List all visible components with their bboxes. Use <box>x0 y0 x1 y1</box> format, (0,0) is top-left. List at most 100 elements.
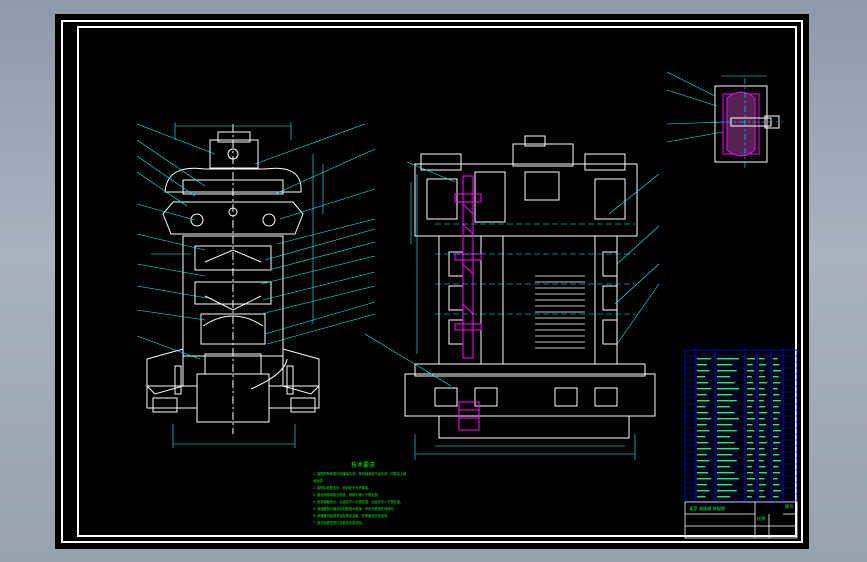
parts-list-text-mark <box>759 436 766 438</box>
parts-list-text-mark <box>717 358 739 360</box>
parts-list-text-mark <box>697 442 709 444</box>
parts-list-text-mark <box>759 376 766 378</box>
parts-list-text-mark <box>717 460 737 462</box>
parts-list-text-mark <box>717 364 733 366</box>
parts-list-text-mark <box>773 424 780 426</box>
parts-list-text-mark <box>697 490 710 492</box>
parts-list-text-mark <box>759 478 765 480</box>
parts-list-text-mark <box>773 484 780 486</box>
parts-list-text-mark <box>759 382 767 384</box>
title-block-name: 某型 减速器 装配图 <box>689 506 726 511</box>
parts-list-text-mark <box>717 478 739 480</box>
parts-list-text-mark <box>773 400 781 402</box>
parts-list-text-mark <box>747 442 754 444</box>
parts-list-text-mark <box>717 490 737 492</box>
side-section-view <box>146 124 320 434</box>
notes-line-7: 6. 减速器内装润滑油至规定高度，外表面涂灰色油漆。 <box>313 514 391 518</box>
parts-list-text-mark <box>773 376 779 378</box>
parts-list-text-mark <box>697 370 710 372</box>
parts-list-text-mark <box>747 478 755 480</box>
parts-list-text-mark <box>697 412 709 414</box>
parts-list-text-mark <box>697 466 706 468</box>
parts-list-text-mark <box>773 454 780 456</box>
parts-list-text-mark <box>759 496 766 498</box>
parts-list-text-mark <box>717 412 735 414</box>
parts-list-text-mark <box>717 382 735 384</box>
parts-list-text-mark <box>747 460 755 462</box>
parts-list-text-mark <box>717 430 737 432</box>
parts-list-text-mark <box>773 382 781 384</box>
parts-list-text-mark <box>747 406 752 408</box>
parts-list-text-mark <box>773 448 778 450</box>
parts-list-text-mark <box>747 484 753 486</box>
parts-list-text-mark <box>747 418 755 420</box>
parts-list-text-mark <box>773 496 779 498</box>
notes-line-4: 3. 啮合侧隙用铅丝检验，侧隙不得小于规定值； <box>313 493 381 497</box>
parts-list-text-mark <box>747 472 754 474</box>
parts-list-text-mark <box>747 436 752 438</box>
title-block-number: 图号 <box>785 504 794 509</box>
parts-list-text-mark <box>697 496 706 498</box>
front-view-leaders <box>364 161 660 460</box>
parts-list-text-mark <box>717 448 739 450</box>
parts-list-text-mark <box>759 412 767 414</box>
notes-line-1: 1. 装配前所有零件用煤油清洗，滚动轴承用汽油清洗，内壁涂上耐 <box>313 472 407 476</box>
parts-list-text-mark <box>697 376 706 378</box>
parts-list-text-mark <box>773 406 779 408</box>
parts-list-text-mark <box>697 484 707 486</box>
parts-list-text-mark <box>747 370 755 372</box>
parts-list-text-mark <box>747 376 752 378</box>
parts-list-text-mark <box>747 394 753 396</box>
parts-list-text-mark <box>747 454 753 456</box>
cad-drawing-canvas <box>136 71 798 539</box>
parts-list-text-mark <box>717 370 737 372</box>
parts-list-text-mark <box>697 400 710 402</box>
parts-list-text-mark <box>717 442 735 444</box>
parts-list-text-mark <box>717 484 733 486</box>
parts-list-text-mark <box>773 442 781 444</box>
parts-list-text-mark <box>697 436 706 438</box>
side-view-leaders <box>136 122 376 448</box>
parts-list-text-mark <box>697 418 711 420</box>
parts-list-text-mark <box>747 424 753 426</box>
parts-list-text-mark <box>697 406 706 408</box>
parts-list-text-mark <box>759 370 764 372</box>
parts-list-text-mark <box>773 394 780 396</box>
parts-list-text-mark <box>759 424 767 426</box>
parts-list-text-mark <box>759 430 764 432</box>
parts-list-text-mark <box>773 472 781 474</box>
parts-list-text-mark <box>773 370 781 372</box>
parts-list-text-mark <box>759 460 764 462</box>
parts-list-text-mark <box>747 400 755 402</box>
parts-list-text-mark <box>773 412 781 414</box>
parts-list-text-mark <box>717 454 733 456</box>
parts-list-text-mark <box>759 442 767 444</box>
parts-list-text-mark <box>773 418 778 420</box>
parts-list-text-mark <box>759 490 764 492</box>
parts-list-text-mark <box>747 364 753 366</box>
parts-list-text-mark <box>759 472 767 474</box>
parts-list-text-mark <box>773 358 778 360</box>
notes-line-6: 5. 减速器剖分面涂密封胶或水玻璃，不允许使用任何填料； <box>313 507 397 511</box>
parts-list-text-mark <box>747 358 755 360</box>
parts-list-text-mark <box>697 454 707 456</box>
parts-list-text-mark <box>697 448 711 450</box>
parts-list-text-mark <box>747 466 752 468</box>
parts-list-text-mark <box>717 472 735 474</box>
parts-list-text-mark <box>773 478 778 480</box>
parts-list-text-mark <box>697 478 711 480</box>
notes-line-8: 7. 按试验规范进行空载及负载试验。 <box>313 521 365 525</box>
parts-list-text-mark <box>773 436 779 438</box>
parts-list-text-mark <box>747 448 755 450</box>
parts-list-text-mark <box>759 466 766 468</box>
parts-list-text-mark <box>697 472 709 474</box>
parts-list-text-mark <box>697 358 711 360</box>
parts-list-text-mark <box>717 424 733 426</box>
parts-list-text-mark <box>717 406 731 408</box>
title-block-scale: 比例 <box>757 516 766 521</box>
parts-list-text-mark <box>759 358 765 360</box>
drawing-sheet: 技术要求 1. 装配前所有零件用煤油清洗，滚动轴承用汽油清洗，内壁涂上耐 油油漆… <box>55 14 809 549</box>
parts-list-text-mark <box>759 388 765 390</box>
parts-list-text-mark <box>773 388 778 390</box>
front-section-view <box>404 135 656 439</box>
